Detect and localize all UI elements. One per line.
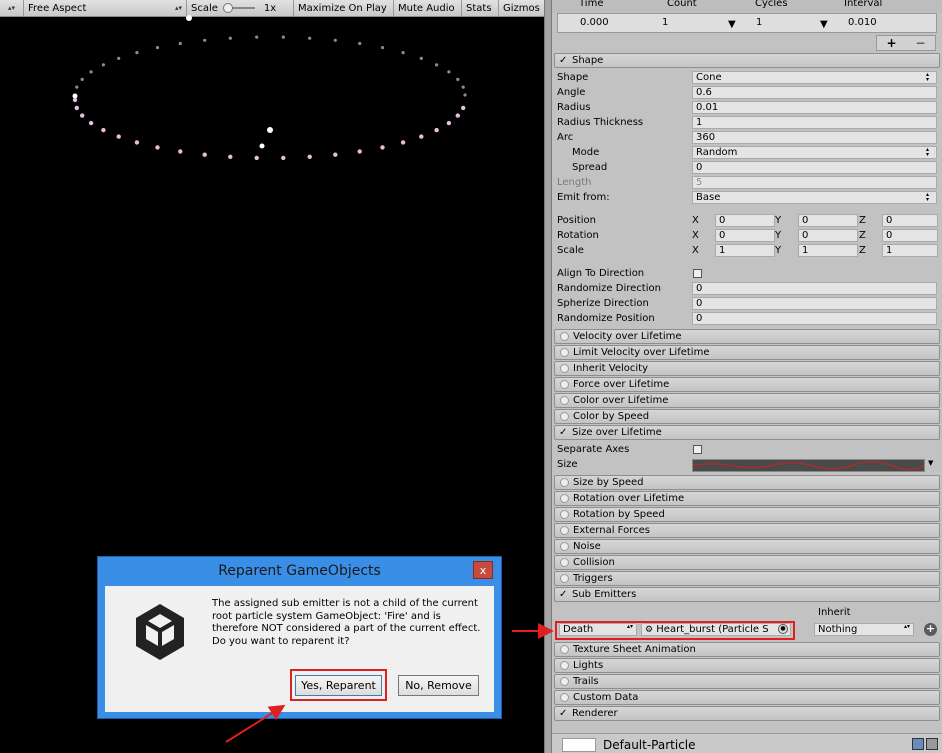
- annotation-arrows: [225, 623, 554, 743]
- editor-window: ▴▾ Free Aspect ▴▾ Scale 1x Maximize On P…: [0, 0, 942, 753]
- arrow-to-yes-button-icon: [225, 704, 286, 743]
